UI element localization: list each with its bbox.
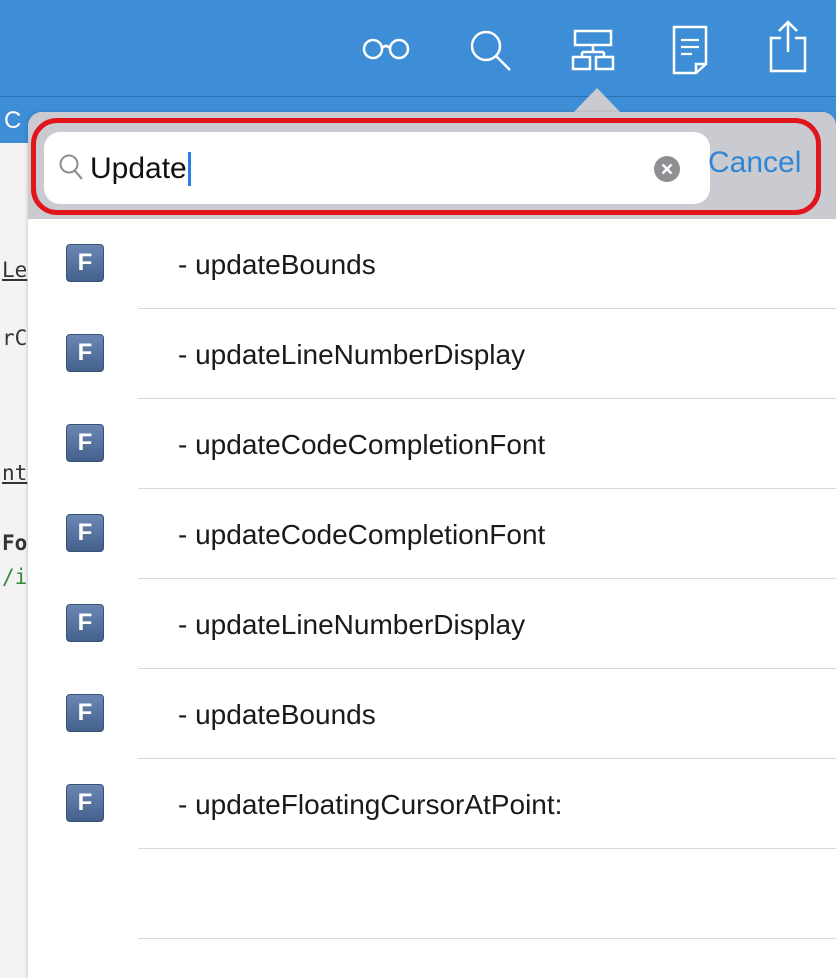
function-badge-icon: F (66, 784, 104, 822)
function-badge-icon: F (66, 424, 104, 462)
list-item[interactable]: F - updateBounds (28, 219, 836, 309)
code-editor: Le rC nt Fo /i (0, 143, 28, 978)
editor-header-fragment: C (4, 107, 22, 134)
list-item-label: - updateBounds (178, 249, 376, 280)
function-badge-icon: F (66, 514, 104, 552)
glasses-icon[interactable] (360, 38, 412, 60)
search-icon[interactable] (468, 28, 514, 74)
code-fragment: nt (2, 461, 28, 485)
document-icon[interactable] (670, 24, 710, 76)
search-bar: Update Cancel (28, 112, 836, 219)
function-badge-icon: F (66, 334, 104, 372)
list-item[interactable]: F - updateCodeCompletionFont (28, 489, 836, 579)
list-item[interactable]: F - updateFloatingCursorAtPoint: (28, 759, 836, 849)
list-item-label: - updateFloatingCursorAtPoint: (178, 789, 563, 820)
function-badge-icon: F (66, 604, 104, 642)
code-fragment: rC (2, 326, 28, 350)
list-item-label: - updateCodeCompletionFont (178, 519, 546, 550)
list-item[interactable]: F - updateLineNumberDisplay (28, 309, 836, 399)
code-fragment: Le (2, 258, 28, 282)
highlight-annotation (31, 118, 821, 215)
row-divider (138, 938, 836, 939)
list-item-label: - updateLineNumberDisplay (178, 609, 526, 640)
empty-list-item (28, 849, 836, 939)
function-badge-icon: F (66, 694, 104, 732)
search-popover: Update Cancel F - updateBounds F - updat… (28, 112, 836, 978)
hierarchy-icon[interactable] (570, 28, 616, 72)
code-fragment: Fo (2, 531, 28, 555)
list-item-label: - updateLineNumberDisplay (178, 339, 526, 370)
top-toolbar (0, 0, 836, 97)
function-badge-icon: F (66, 244, 104, 282)
code-fragment: /i (2, 565, 28, 589)
list-item-label: - updateCodeCompletionFont (178, 429, 546, 460)
list-item[interactable]: F - updateLineNumberDisplay (28, 579, 836, 669)
results-list: F - updateBounds F - updateLineNumberDis… (28, 219, 836, 939)
list-item-label: - updateBounds (178, 699, 376, 730)
list-item[interactable]: F - updateBounds (28, 669, 836, 759)
list-item[interactable]: F - updateCodeCompletionFont (28, 399, 836, 489)
share-icon[interactable] (766, 18, 810, 74)
